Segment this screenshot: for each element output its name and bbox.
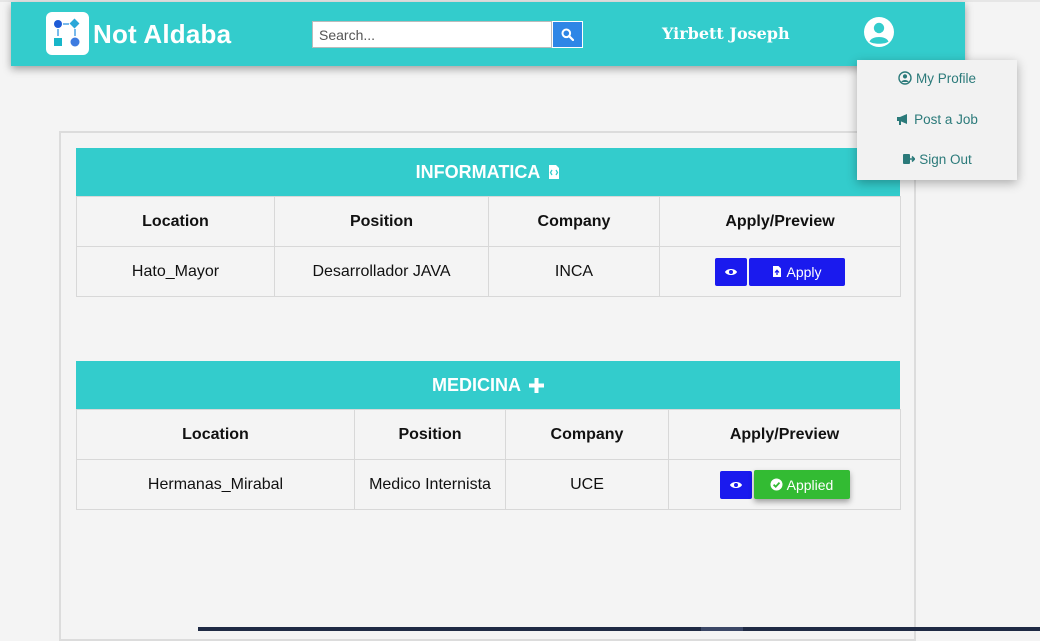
table-header-row: Location Position Company Apply/Preview — [76, 409, 901, 460]
table-row: Hermanas_Mirabal Medico Internista UCE A… — [76, 459, 901, 510]
preview-button[interactable] — [719, 470, 752, 499]
flowchart-logo-icon — [54, 18, 80, 47]
menu-item-post-a-job[interactable]: Post a Job — [857, 104, 1017, 134]
cell-location: Hermanas_Mirabal — [76, 459, 355, 510]
table-header-row: Location Position Company Apply/Preview — [76, 196, 901, 247]
menu-item-sign-out[interactable]: Sign Out — [857, 144, 1017, 174]
cell-position: Desarrollador JAVA — [274, 246, 489, 297]
column-header-action: Apply/Preview — [659, 196, 901, 247]
user-menu-button[interactable] — [863, 16, 895, 48]
column-header-company: Company — [488, 196, 660, 247]
jobs-table: Location Position Company Apply/Preview … — [76, 196, 901, 297]
section-header: INFORMATICA — [76, 148, 900, 196]
apply-button[interactable]: Apply — [749, 257, 845, 286]
section-header: MEDICINA — [76, 361, 900, 409]
cell-action: Applied — [668, 459, 901, 510]
cell-position: Medico Internista — [354, 459, 506, 510]
cell-company: INCA — [488, 246, 660, 297]
sign-out-icon — [903, 154, 916, 164]
user-name: Yirbett Joseph — [662, 24, 790, 43]
cell-action: Apply — [659, 246, 901, 297]
search-input[interactable] — [312, 21, 552, 48]
section-title: INFORMATICA — [415, 161, 541, 182]
menu-item-label: My Profile — [915, 70, 976, 86]
column-header-position: Position — [274, 196, 489, 247]
eye-icon — [729, 481, 742, 488]
job-section-informatica: INFORMATICA Location Position Company Ap… — [76, 148, 901, 297]
table-row: Hato_Mayor Desarrollador JAVA INCA Apply — [76, 246, 901, 297]
menu-item-label: Sign Out — [919, 151, 972, 167]
user-dropdown-menu: My Profile Post a Job Sign Out — [857, 60, 1017, 180]
column-header-action: Apply/Preview — [668, 409, 901, 460]
column-header-location: Location — [76, 196, 275, 247]
jobs-table: Location Position Company Apply/Preview … — [76, 409, 901, 510]
taskbar-strip — [198, 627, 1040, 631]
user-circle-icon — [864, 17, 894, 47]
applied-button[interactable]: Applied — [753, 470, 850, 499]
search-icon — [561, 28, 574, 41]
user-circle-icon — [898, 71, 912, 85]
brand-name[interactable]: Not Aldaba — [93, 19, 231, 50]
megaphone-icon — [897, 113, 908, 125]
apply-button-label: Apply — [786, 263, 822, 280]
column-header-location: Location — [76, 409, 355, 460]
column-header-company: Company — [505, 409, 669, 460]
code-file-icon — [549, 165, 560, 179]
applied-button-label: Applied — [786, 476, 834, 493]
eye-icon — [725, 268, 737, 275]
job-section-medicina: MEDICINA Location Position Company Apply… — [76, 361, 901, 510]
taskbar-segment — [701, 627, 743, 631]
navbar: Not Aldaba Yirbett Joseph — [11, 2, 965, 66]
menu-item-label: Post a Job — [914, 111, 978, 127]
file-upload-icon — [773, 266, 782, 277]
column-header-position: Position — [354, 409, 506, 460]
section-title: MEDICINA — [432, 374, 521, 395]
cell-location: Hato_Mayor — [76, 246, 275, 297]
cell-company: UCE — [505, 459, 669, 510]
search-button[interactable] — [552, 21, 583, 48]
preview-button[interactable] — [715, 257, 747, 286]
check-circle-icon — [770, 478, 783, 491]
brand-logo[interactable] — [46, 12, 89, 55]
plus-icon — [529, 377, 544, 393]
menu-item-my-profile[interactable]: My Profile — [857, 63, 1017, 93]
